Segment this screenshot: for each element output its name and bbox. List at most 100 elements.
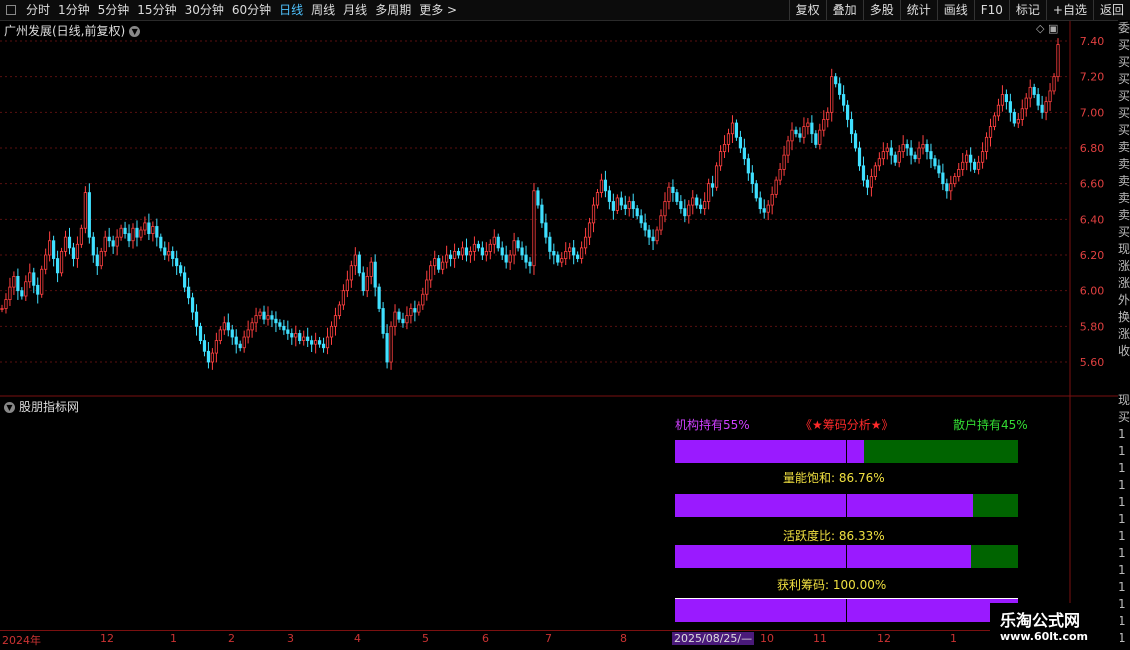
toolbar-button-7[interactable]: +自选	[1045, 0, 1093, 20]
candle	[190, 292, 195, 320]
candle	[587, 217, 592, 246]
site-watermark: 乐淘公式网 www.60lt.com	[990, 603, 1120, 647]
candle	[127, 224, 131, 248]
candle	[464, 238, 469, 262]
candle	[337, 301, 342, 320]
candle	[99, 247, 103, 270]
candle	[703, 192, 707, 216]
quote-edge-char: 买	[1118, 72, 1130, 86]
candle	[580, 241, 584, 264]
toolbar-button-5[interactable]: F10	[973, 0, 1009, 20]
chevron-down-icon[interactable]: ▼	[129, 26, 141, 37]
candle	[889, 140, 893, 165]
candle	[806, 118, 810, 135]
candle	[107, 227, 111, 248]
quote-panel-edge: 委买买买买买买卖卖卖卖卖买现涨涨外换涨收现买11111111111111	[1118, 20, 1130, 650]
candle	[282, 319, 286, 335]
candle	[40, 265, 44, 298]
toolbar-button-6[interactable]: 标记	[1008, 0, 1046, 20]
date-tick-label: 12	[877, 632, 891, 645]
toolbar-button-3[interactable]: 统计	[899, 0, 937, 20]
candle	[814, 130, 818, 148]
bar-fill	[675, 494, 973, 517]
candle	[607, 185, 611, 210]
date-tick-label: 1	[950, 632, 957, 645]
indicator-title[interactable]: ▼ 股朋指标网	[4, 398, 79, 415]
candle	[500, 241, 504, 260]
quote-edge-char: 买	[1118, 225, 1130, 239]
candle	[1044, 96, 1048, 121]
toolbar-button-1[interactable]: 叠加	[825, 0, 863, 20]
period-tab-7[interactable]: 周线	[307, 0, 339, 20]
candle	[881, 142, 885, 166]
quote-edge-char: 涨	[1118, 259, 1130, 273]
candle	[306, 327, 310, 348]
candle	[869, 168, 874, 197]
candle	[540, 198, 544, 228]
candle	[1000, 85, 1005, 112]
candle	[798, 127, 802, 143]
candle	[238, 340, 242, 352]
candle	[623, 195, 627, 216]
candle	[750, 165, 754, 193]
period-tab-0[interactable]: 分时	[22, 0, 54, 20]
quote-edge-char: 买	[1118, 55, 1130, 69]
quote-edge-char: 1	[1118, 495, 1126, 509]
quote-edge-char: 1	[1118, 580, 1126, 594]
candle	[405, 306, 409, 330]
candle	[651, 229, 655, 251]
candle	[135, 220, 139, 247]
candle	[242, 330, 246, 353]
menu-icon[interactable]	[6, 5, 16, 15]
chevron-down-icon[interactable]: ▼	[4, 402, 15, 413]
activity-ratio-label: 活跃度比: 86.33%	[783, 529, 885, 543]
y-tick-label: 7.40	[1080, 35, 1105, 48]
period-tab-10[interactable]: 更多 >	[415, 0, 461, 20]
candle	[103, 230, 107, 257]
candle	[929, 143, 933, 168]
candle	[254, 307, 258, 333]
toolbar-button-2[interactable]: 多股	[862, 0, 900, 20]
period-tab-1[interactable]: 1分钟	[54, 0, 94, 20]
period-tab-3[interactable]: 15分钟	[133, 0, 180, 20]
candle	[619, 191, 623, 211]
candle	[770, 186, 774, 215]
candle	[270, 310, 274, 328]
period-tab-9[interactable]: 多周期	[371, 0, 415, 20]
quote-edge-char: 涨	[1118, 327, 1130, 341]
candle	[977, 155, 981, 175]
candle	[32, 267, 36, 294]
candle	[349, 260, 353, 288]
quote-edge-char: 卖	[1118, 208, 1130, 222]
candle	[572, 240, 576, 265]
candle	[210, 348, 215, 370]
candle	[845, 100, 850, 128]
candle	[961, 152, 965, 176]
period-tab-8[interactable]: 月线	[339, 0, 371, 20]
candle	[52, 235, 56, 267]
candle	[913, 151, 917, 163]
toolbar-button-0[interactable]: 复权	[788, 0, 826, 20]
quote-edge-char: 现	[1118, 393, 1130, 407]
candle	[707, 178, 711, 210]
date-tick-label: 7	[545, 632, 552, 645]
candle	[0, 304, 4, 313]
candle	[611, 193, 615, 220]
period-toolbar: 分时 1分钟 5分钟 15分钟 30分钟 60分钟 日线 周线 月线 多周期 更多 > 复权 叠加 多股…	[0, 0, 1130, 21]
toolbar-button-8[interactable]: 返回	[1092, 0, 1130, 20]
period-tab-6[interactable]: 日线	[275, 0, 307, 20]
y-tick-label: 7.20	[1080, 71, 1105, 84]
candle	[389, 321, 393, 370]
toolbar-button-4[interactable]: 画线	[936, 0, 974, 20]
chart-corner-icons[interactable]: ◇ ▣	[1036, 22, 1058, 35]
stock-title[interactable]: 广州发展(日线,前复权) ▼	[4, 22, 141, 39]
indicator-title-text: 股朋指标网	[19, 400, 80, 414]
candle	[675, 189, 679, 206]
period-tab-5[interactable]: 60分钟	[228, 0, 275, 20]
y-tick-label: 5.60	[1080, 356, 1105, 369]
period-tab-4[interactable]: 30分钟	[181, 0, 228, 20]
candle	[16, 268, 20, 300]
quote-edge-char: 买	[1118, 38, 1130, 52]
inst-holding-label: 机构持有55%	[675, 418, 750, 432]
period-tab-2[interactable]: 5分钟	[94, 0, 134, 20]
